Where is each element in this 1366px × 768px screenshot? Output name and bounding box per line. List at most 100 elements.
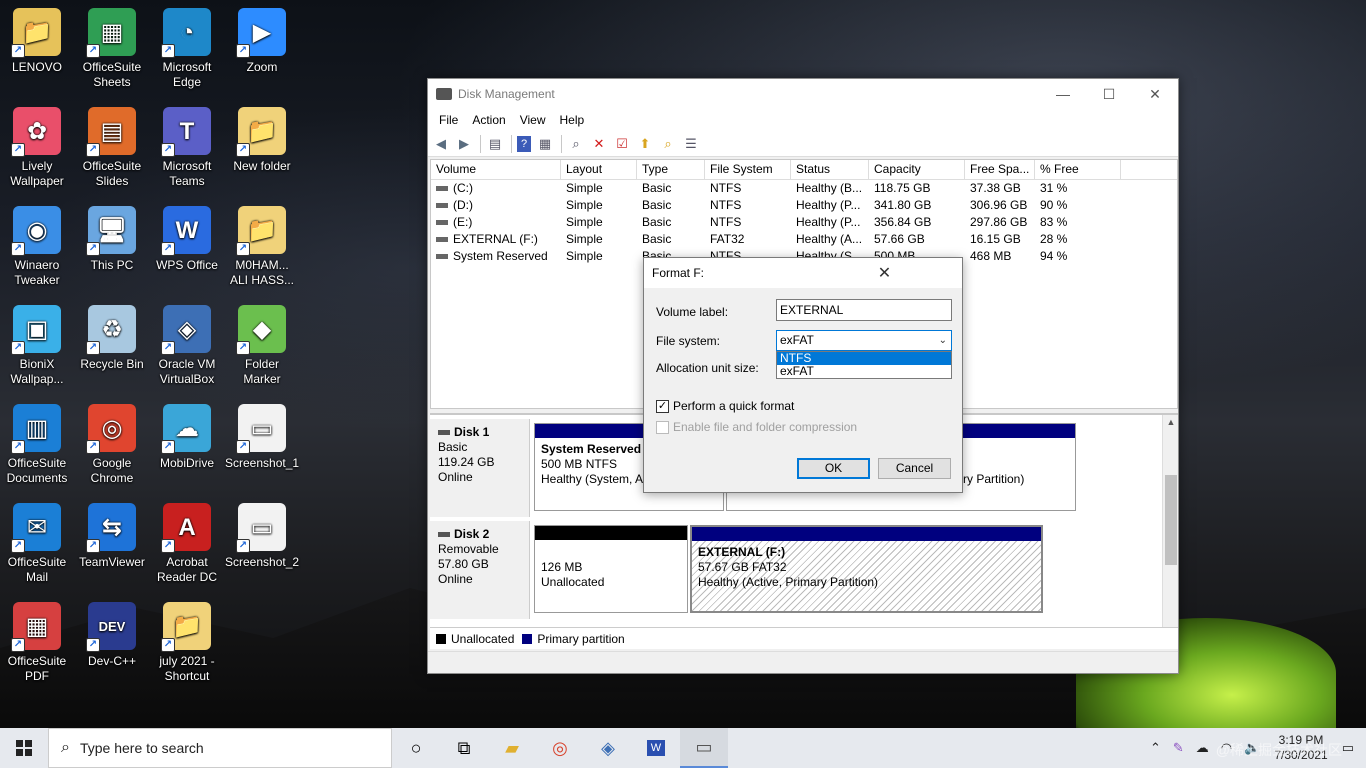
desktop-icon[interactable]: ◎ ↗ Google Chrome	[75, 404, 149, 486]
desktop-icon[interactable]: ◈ ↗ Oracle VM VirtualBox	[150, 305, 224, 387]
desktop-icon[interactable]: ◆ ↗ Folder Marker	[225, 305, 299, 387]
menu-action[interactable]: Action	[465, 113, 512, 127]
delete-icon[interactable]: ✕	[590, 135, 608, 153]
column-layout[interactable]: Layout	[561, 160, 637, 179]
ok-button[interactable]: OK	[797, 458, 870, 479]
disk-2-info[interactable]: Disk 2 Removable 57.80 GB Online	[430, 521, 530, 619]
desktop-icon[interactable]: 📁 ↗ New folder	[225, 107, 299, 174]
desktop-icon[interactable]: 📁 ↗ M0HAM... ALI HASS...	[225, 206, 299, 288]
checkmark-icon[interactable]: ✓	[656, 399, 669, 413]
close-button[interactable]: ✕	[1132, 79, 1178, 109]
cancel-button[interactable]: Cancel	[878, 458, 951, 479]
desktop-icon[interactable]: 📁 ↗ july 2021 - Shortcut	[150, 602, 224, 684]
maximize-button[interactable]: ☐	[1086, 79, 1132, 109]
format-dialog-titlebar[interactable]: Format F: ✕	[644, 258, 962, 288]
shortcut-arrow-icon: ↗	[236, 341, 250, 355]
scroll-thumb[interactable]	[1165, 475, 1177, 565]
quick-format-label: Perform a quick format	[673, 399, 795, 413]
chrome-icon[interactable]: ◎	[536, 728, 584, 768]
desktop-icon[interactable]: W ↗ WPS Office	[150, 206, 224, 273]
desktop-icon[interactable]: ▦ ↗ OfficeSuite Sheets	[75, 8, 149, 90]
partition-unallocated[interactable]: 126 MB Unallocated	[534, 525, 688, 613]
start-button[interactable]	[0, 728, 48, 768]
column-file-system[interactable]: File System	[705, 160, 791, 179]
back-icon[interactable]: ◀	[432, 135, 450, 153]
desktop-icon[interactable]: ▭ ↗ Screenshot_1	[225, 404, 299, 471]
table-row[interactable]: (E:) Simple Basic NTFS Healthy (P... 356.84 G…	[431, 214, 1177, 231]
partition-external-f[interactable]: EXTERNAL (F:) 57.67 GB FAT32 Healthy (Ac…	[690, 525, 1043, 613]
desktop-icon[interactable]: ✿ ↗ Lively Wallpaper	[0, 107, 74, 189]
search-folder-icon[interactable]: ⌕	[659, 135, 677, 153]
chevron-down-icon[interactable]: ⌄	[939, 331, 947, 350]
column-free-space[interactable]: Free Spa...	[965, 160, 1035, 179]
volume-label-input[interactable]	[776, 299, 952, 321]
task-view-icon[interactable]: ⧉	[440, 728, 488, 768]
desktop-icon-label: OfficeSuite Sheets	[82, 60, 142, 89]
menu-view[interactable]: View	[513, 113, 553, 127]
menu-help[interactable]: Help	[553, 113, 592, 127]
pen-icon[interactable]: ✎	[1173, 740, 1184, 756]
dialog-close-icon[interactable]: ✕	[807, 263, 962, 283]
desktop-icon[interactable]: ♻ ↗ Recycle Bin	[75, 305, 149, 372]
desktop-icon[interactable]: ◔ ↗ Microsoft Edge	[150, 8, 224, 90]
notification-icon[interactable]: ▭	[1342, 740, 1354, 756]
cloud-icon[interactable]: ☁	[1196, 740, 1209, 756]
desktop-icon[interactable]: A ↗ Acrobat Reader DC	[150, 503, 224, 585]
quick-format-checkbox[interactable]: ✓ Perform a quick format	[656, 399, 794, 413]
desktop-icon[interactable]: ◉ ↗ Winaero Tweaker	[0, 206, 74, 288]
column-status[interactable]: Status	[791, 160, 869, 179]
desktop-icon[interactable]: DEV ↗ Dev-C++	[75, 602, 149, 669]
open-folder-icon[interactable]: ⬆	[636, 135, 654, 153]
connect-icon[interactable]: ⌕	[567, 135, 585, 153]
cell-text: (C:)	[453, 181, 473, 195]
wps-icon[interactable]: W	[632, 728, 680, 768]
shortcut-arrow-icon: ↗	[161, 440, 175, 454]
table-row[interactable]: EXTERNAL (F:) Simple Basic FAT32 Healthy (A.…	[431, 231, 1177, 248]
desktop-icon[interactable]: ▣ ↗ BioniX Wallpap...	[0, 305, 74, 387]
disk-1-info[interactable]: Disk 1 Basic 119.24 GB Online	[430, 419, 530, 517]
list-icon[interactable]: ☰	[682, 135, 700, 153]
column-percent-free[interactable]: % Free	[1035, 160, 1121, 179]
forward-icon[interactable]: ▶	[455, 135, 473, 153]
menu-file[interactable]: File	[432, 113, 465, 127]
cortana-icon[interactable]: ○	[392, 728, 440, 768]
file-explorer-icon[interactable]: ▰	[488, 728, 536, 768]
desktop-icon[interactable]: 📁 ↗ LENOVO	[0, 8, 74, 75]
desktop-icon[interactable]: ▥ ↗ OfficeSuite Documents	[0, 404, 74, 486]
scroll-up-icon[interactable]: ▲	[1163, 417, 1179, 427]
desktop-icon[interactable]: ▶ ↗ Zoom	[225, 8, 299, 75]
help-icon[interactable]: ?	[517, 135, 531, 152]
properties-icon[interactable]: ▦	[536, 135, 554, 153]
option-exfat[interactable]: exFAT	[777, 365, 951, 378]
desktop-icon[interactable]: ▦ ↗ OfficeSuite PDF	[0, 602, 74, 684]
volume-list-header: Volume Layout Type File System Status Ca…	[431, 160, 1177, 180]
virtualbox-icon[interactable]: ◈	[584, 728, 632, 768]
desktop-icon[interactable]: ▭ ↗ Screenshot_2	[225, 503, 299, 570]
check-icon[interactable]: ☑	[613, 135, 631, 153]
disk-2-row[interactable]: Disk 2 Removable 57.80 GB Online 126 MB …	[430, 521, 1160, 619]
console-tree-icon[interactable]: ▤	[486, 135, 504, 153]
minimize-button[interactable]: —	[1040, 79, 1086, 109]
table-row[interactable]: (C:) Simple Basic NTFS Healthy (B... 118.75 G…	[431, 180, 1177, 197]
shortcut-arrow-icon: ↗	[11, 440, 25, 454]
desktop-icon[interactable]: ⇆ ↗ TeamViewer	[75, 503, 149, 570]
disk-management-taskbar-icon[interactable]: ▭	[680, 728, 728, 768]
desktop-icon[interactable]: ✉ ↗ OfficeSuite Mail	[0, 503, 74, 585]
column-type[interactable]: Type	[637, 160, 705, 179]
vertical-scrollbar[interactable]: ▲ ▼	[1162, 415, 1178, 647]
table-cell: 16.15 GB	[965, 231, 1035, 248]
desktop-icon[interactable]: 🖥 ↗ This PC	[75, 206, 149, 273]
app-icon: ▶ ↗	[236, 8, 286, 58]
title-bar[interactable]: Disk Management — ☐ ✕	[428, 79, 1178, 109]
desktop-icon[interactable]: T ↗ Microsoft Teams	[150, 107, 224, 189]
file-system-select[interactable]: exFAT ⌄	[776, 330, 952, 351]
desktop-icon-label: OfficeSuite Slides	[82, 159, 142, 188]
column-volume[interactable]: Volume	[431, 160, 561, 179]
column-capacity[interactable]: Capacity	[869, 160, 965, 179]
table-row[interactable]: (D:) Simple Basic NTFS Healthy (P... 341.80 G…	[431, 197, 1177, 214]
desktop-icon[interactable]: ▤ ↗ OfficeSuite Slides	[75, 107, 149, 189]
chevron-up-icon[interactable]: ⌃	[1150, 740, 1161, 756]
desktop-icon[interactable]: ☁ ↗ MobiDrive	[150, 404, 224, 471]
table-cell: Basic	[637, 231, 705, 248]
taskbar-search[interactable]: ⌕ Type here to search	[48, 728, 392, 768]
